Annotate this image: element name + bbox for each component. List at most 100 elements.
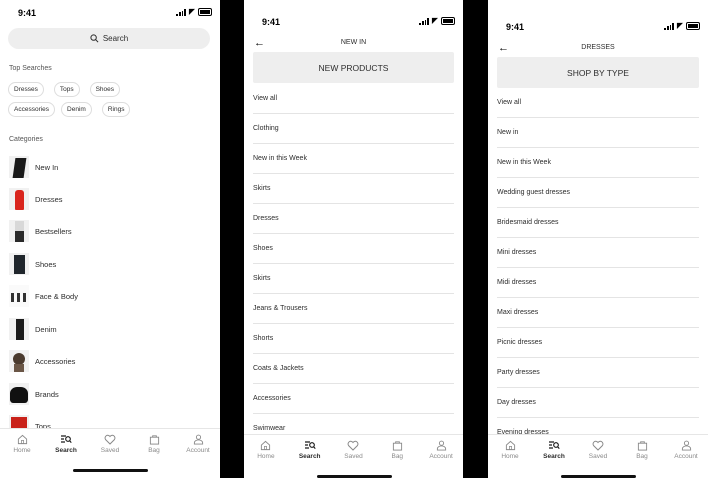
page-title: NEW IN (340, 39, 367, 46)
battery-icon (441, 17, 455, 25)
tab-home[interactable]: Home (2, 433, 42, 454)
heart-icon (104, 434, 116, 445)
tab-saved[interactable]: Saved (333, 439, 373, 460)
wifi-icon: ◤ (676, 21, 683, 30)
tab-search[interactable]: Search (46, 433, 86, 454)
tab-bag[interactable]: Bag (134, 433, 174, 454)
page-title: DRESSES (581, 44, 615, 51)
tab-bag[interactable]: Bag (622, 439, 662, 460)
tab-account[interactable]: Account (178, 433, 218, 454)
list-item[interactable]: Skirts (253, 174, 454, 204)
nav-bar: ← DRESSES (488, 42, 708, 56)
search-placeholder: Search (102, 34, 129, 43)
new-in-list: View all Clothing New in this Week Skirt… (253, 84, 454, 444)
dresses-list: View all New in New in this Week Wedding… (497, 88, 699, 448)
chip-rings[interactable]: Rings (101, 102, 131, 117)
wifi-icon: ◤ (431, 16, 438, 25)
tab-home[interactable]: Home (490, 439, 530, 460)
signal-icon (664, 22, 674, 30)
list-item[interactable]: Picnic dresses (497, 328, 699, 358)
tab-account[interactable]: Account (421, 439, 461, 460)
account-icon (681, 440, 691, 451)
chip-dresses[interactable]: Dresses (8, 82, 44, 97)
list-item[interactable]: Coats & Jackets (253, 354, 454, 384)
list-item[interactable]: Maxi dresses (497, 298, 699, 328)
home-icon (505, 440, 515, 450)
list-item[interactable]: Party dresses (497, 358, 699, 388)
tab-bag[interactable]: Bag (377, 439, 417, 460)
tab-search[interactable]: Search (534, 439, 574, 460)
category-brands[interactable]: Brands (9, 383, 59, 405)
top-searches-label: Top Searches (9, 65, 52, 72)
list-item[interactable]: Mini dresses (497, 238, 699, 268)
chip-tops[interactable]: Tops (53, 82, 80, 97)
search-icon (61, 434, 72, 443)
list-item[interactable]: Accessories (253, 384, 454, 414)
nav-bar: ← NEW IN (244, 37, 463, 51)
category-accessories[interactable]: Accessories (9, 350, 75, 372)
list-item[interactable]: Jeans & Trousers (253, 294, 454, 324)
list-item[interactable]: Wedding guest dresses (497, 178, 699, 208)
wifi-icon: ◤ (188, 7, 195, 16)
list-item[interactable]: Midi dresses (497, 268, 699, 298)
chip-shoes[interactable]: Shoes (89, 82, 121, 97)
chip-accessories[interactable]: Accessories (8, 102, 56, 117)
list-item[interactable]: View all (497, 88, 699, 118)
home-icon (261, 440, 271, 450)
shop-by-type-banner[interactable]: SHOP BY TYPE (497, 57, 699, 88)
category-thumbnail (9, 188, 29, 210)
tab-saved[interactable]: Saved (90, 433, 130, 454)
home-icon (17, 434, 27, 444)
top-searches-row-1: Dresses Tops Shoes (8, 82, 212, 97)
category-shoes[interactable]: Shoes (9, 253, 56, 275)
status-bar: 9:41 ◤ (0, 8, 220, 28)
list-item[interactable]: Clothing (253, 114, 454, 144)
list-item[interactable]: New in this Week (497, 148, 699, 178)
list-item[interactable]: Shorts (253, 324, 454, 354)
tab-search[interactable]: Search (290, 439, 330, 460)
category-thumbnail (9, 220, 29, 242)
list-item[interactable]: Skirts (253, 264, 454, 294)
status-bar: 9:41 ◤ (244, 17, 463, 37)
list-item[interactable]: New in (497, 118, 699, 148)
list-item[interactable]: Dresses (253, 204, 454, 234)
home-indicator (73, 469, 148, 472)
status-icons: ◤ (664, 22, 700, 30)
battery-icon (198, 8, 212, 16)
new-in-screen: 9:41 ◤ ← NEW IN NEW PRODUCTS View all Cl… (244, 0, 463, 478)
category-thumbnail (9, 285, 29, 307)
tab-bar: Home Search Saved Bag Account (244, 434, 463, 478)
top-searches-row-2: Accessories Denim Rings (8, 102, 212, 117)
search-screen: 9:41 ◤ Search Top Searches Dresses Tops … (0, 0, 220, 478)
category-dresses[interactable]: Dresses (9, 188, 63, 210)
list-item[interactable]: View all (253, 84, 454, 114)
tab-saved[interactable]: Saved (578, 439, 618, 460)
category-thumbnail (9, 156, 29, 178)
list-item[interactable]: Day dresses (497, 388, 699, 418)
category-thumbnail (9, 318, 29, 340)
list-item[interactable]: Bridesmaid dresses (497, 208, 699, 238)
tab-home[interactable]: Home (246, 439, 286, 460)
search-icon (549, 440, 560, 449)
signal-icon (419, 17, 429, 25)
list-item[interactable]: Shoes (253, 234, 454, 264)
signal-icon (176, 8, 186, 16)
category-new-in[interactable]: New In (9, 156, 58, 178)
category-face-body[interactable]: Face & Body (9, 285, 78, 307)
search-icon (304, 440, 316, 449)
account-icon (193, 434, 203, 445)
search-icon (90, 34, 99, 43)
status-time: 9:41 (18, 8, 37, 18)
chip-denim[interactable]: Denim (61, 102, 92, 117)
tab-account[interactable]: Account (666, 439, 706, 460)
search-input[interactable]: Search (8, 28, 210, 49)
category-thumbnail (9, 253, 29, 275)
tab-bar: Home Search Saved Bag Account (0, 428, 220, 478)
category-denim[interactable]: Denim (9, 318, 57, 340)
bag-icon (392, 440, 402, 451)
new-products-banner[interactable]: NEW PRODUCTS (253, 52, 454, 83)
list-item[interactable]: New in this Week (253, 144, 454, 174)
heart-icon (348, 440, 359, 451)
category-bestsellers[interactable]: Bestsellers (9, 220, 72, 242)
categories-label: Categories (9, 136, 43, 143)
